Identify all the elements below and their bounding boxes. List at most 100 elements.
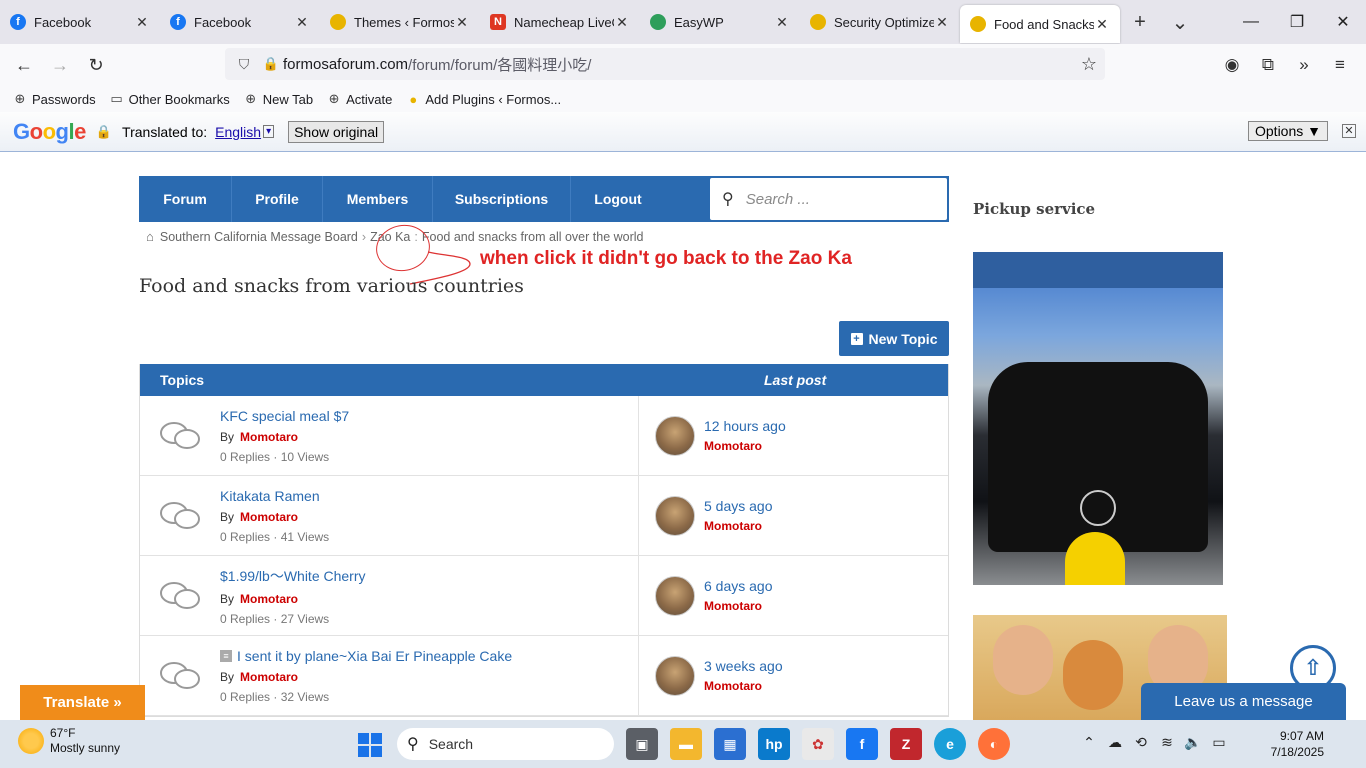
new-topic-button[interactable]: + New Topic	[839, 321, 949, 356]
hp-icon[interactable]: hp	[758, 728, 790, 760]
taskbar-search[interactable]: ⚲ Search	[397, 728, 614, 760]
topic-title-text[interactable]: KFC special meal $7	[220, 408, 349, 424]
window-close-icon[interactable]: ✕	[1320, 0, 1366, 44]
translate-button[interactable]: Translate »	[20, 685, 145, 720]
browser-tab-5[interactable]: EasyWP ✕	[640, 0, 800, 44]
close-icon[interactable]: ✕	[454, 14, 470, 31]
battery-icon[interactable]: ▭	[1206, 734, 1232, 751]
reload-icon[interactable]: ↻	[78, 55, 114, 76]
browser-tab-6[interactable]: Security Optimizer ✕	[800, 0, 960, 44]
close-icon[interactable]: ✕	[614, 14, 630, 31]
lock-icon[interactable]: 🔒	[259, 56, 283, 72]
close-icon[interactable]: ✕	[1094, 16, 1110, 33]
bookmark-activate[interactable]: ⊕ Activate	[326, 91, 393, 107]
nav-profile[interactable]: Profile	[232, 176, 323, 222]
topic-title-text[interactable]: I sent it by plane~Xia Bai Er Pineapple …	[237, 648, 512, 664]
last-post-author[interactable]: Momotaro	[704, 679, 783, 693]
close-icon[interactable]: ✕	[134, 14, 150, 31]
topic-title[interactable]: ≡ I sent it by plane~Xia Bai Er Pineapple…	[220, 648, 512, 664]
nav-subscriptions[interactable]: Subscriptions	[433, 176, 571, 222]
topic-title[interactable]: KFC special meal $7	[220, 408, 349, 424]
bookmark-other[interactable]: ▭ Other Bookmarks	[109, 91, 229, 107]
car-wash-canopy	[973, 252, 1223, 288]
topic-title-text[interactable]: $1.99/lb～White Cherry	[220, 566, 366, 586]
firefox-icon[interactable]: ◐	[978, 728, 1010, 760]
nav-forum[interactable]: Forum	[139, 176, 232, 222]
close-icon[interactable]: ✕	[294, 14, 310, 31]
task-view-icon[interactable]: ▣	[626, 728, 658, 760]
windows-start-icon[interactable]	[358, 733, 382, 757]
weather-widget[interactable]: 67°F Mostly sunny	[18, 726, 120, 756]
file-explorer-icon[interactable]: ▬	[670, 728, 702, 760]
avatar[interactable]	[655, 575, 695, 616]
chevron-up-icon[interactable]: ⌃	[1076, 734, 1102, 751]
cloud-icon[interactable]: ☁	[1102, 734, 1128, 751]
last-post-time[interactable]: 5 days ago	[704, 498, 773, 514]
copilot-icon[interactable]: ✿	[802, 728, 834, 760]
browser-tab-active[interactable]: Food and Snacks fr ✕	[960, 5, 1120, 43]
extensions-icon[interactable]: ⧉	[1250, 55, 1286, 75]
browser-tab-4[interactable]: N Namecheap LiveCh ✕	[480, 0, 640, 44]
new-tab-icon[interactable]: +	[1120, 11, 1160, 34]
menu-icon[interactable]: ≡	[1322, 55, 1358, 75]
topic-title[interactable]: $1.99/lb～White Cherry	[220, 566, 366, 586]
topic-title-text[interactable]: Kitakata Ramen	[220, 488, 320, 504]
topic-author[interactable]: Momotaro	[240, 592, 298, 606]
last-post-time[interactable]: 12 hours ago	[704, 418, 786, 434]
breadcrumb-root[interactable]: Southern California Message Board	[160, 230, 358, 244]
yellow-bollard	[1065, 532, 1125, 585]
back-icon[interactable]: ←	[6, 55, 42, 76]
close-icon[interactable]: ✕	[934, 14, 950, 31]
avatar[interactable]	[655, 415, 695, 456]
pickup-car-photo[interactable]	[973, 252, 1223, 585]
shield-icon[interactable]: ⛉	[229, 56, 259, 73]
new-topic-label: New Topic	[868, 330, 938, 347]
topic-title[interactable]: Kitakata Ramen	[220, 488, 329, 504]
speaker-icon[interactable]: 🔈	[1180, 734, 1206, 751]
browser-tab-2[interactable]: f Facebook ✕	[160, 0, 320, 44]
browser-tab-1[interactable]: f Facebook ✕	[0, 0, 160, 44]
show-original-button[interactable]: Show original	[288, 120, 385, 143]
avatar[interactable]	[655, 495, 695, 536]
restore-icon[interactable]: ❐	[1274, 0, 1320, 44]
chevron-down-icon[interactable]: ⌄	[1160, 10, 1200, 35]
last-post-time[interactable]: 6 days ago	[704, 578, 773, 594]
close-icon[interactable]: ✕	[774, 14, 790, 31]
nav-logout[interactable]: Logout	[571, 176, 665, 222]
bookmark-new-tab[interactable]: ⊕ New Tab	[243, 91, 313, 107]
overflow-icon[interactable]: »	[1286, 55, 1322, 75]
by-label: By	[220, 669, 235, 684]
last-post-author[interactable]: Momotaro	[704, 599, 773, 613]
last-post-time[interactable]: 3 weeks ago	[704, 658, 783, 674]
sync-icon[interactable]: ⟲	[1128, 734, 1154, 751]
browser-tab-3[interactable]: Themes ‹ Formosa F ✕	[320, 0, 480, 44]
forward-icon[interactable]: →	[42, 55, 78, 76]
filezilla-icon[interactable]: Z	[890, 728, 922, 760]
target-language-link[interactable]: English	[215, 124, 261, 140]
facebook-icon[interactable]: f	[846, 728, 878, 760]
topic-author[interactable]: Momotaro	[240, 430, 298, 444]
last-post-author[interactable]: Momotaro	[704, 439, 786, 453]
topic-author[interactable]: Momotaro	[240, 510, 298, 524]
nav-members[interactable]: Members	[323, 176, 433, 222]
search-placeholder: Search ...	[745, 190, 810, 208]
language-dropdown-icon[interactable]: ▾	[263, 125, 275, 138]
wifi-icon[interactable]: ≋	[1154, 734, 1180, 751]
url-bar[interactable]: ⛉ 🔒 formosaforum.com/forum/forum/各國料理小吃/…	[225, 48, 1105, 80]
store-icon[interactable]: ▦	[714, 728, 746, 760]
bookmark-star-icon[interactable]: ☆	[1081, 54, 1097, 75]
account-icon[interactable]: ◉	[1214, 55, 1250, 75]
minimize-icon[interactable]: —	[1228, 0, 1274, 44]
last-post-author[interactable]: Momotaro	[704, 519, 773, 533]
search-input[interactable]: ⚲ Search ...	[710, 178, 947, 220]
options-button[interactable]: Options ▼	[1248, 121, 1328, 141]
bookmark-passwords[interactable]: ⊕ Passwords	[12, 91, 96, 107]
bookmark-add-plugins[interactable]: ● Add Plugins ‹ Formos...	[405, 91, 561, 107]
topic-author[interactable]: Momotaro	[240, 670, 298, 684]
clock[interactable]: 9:07 AM 7/18/2025	[1271, 728, 1324, 760]
close-icon[interactable]: ✕	[1342, 124, 1356, 138]
avatar[interactable]	[655, 655, 695, 696]
leave-message-button[interactable]: Leave us a message	[1141, 683, 1346, 720]
home-icon[interactable]: ⌂	[146, 229, 154, 244]
edge-icon[interactable]: e	[934, 728, 966, 760]
